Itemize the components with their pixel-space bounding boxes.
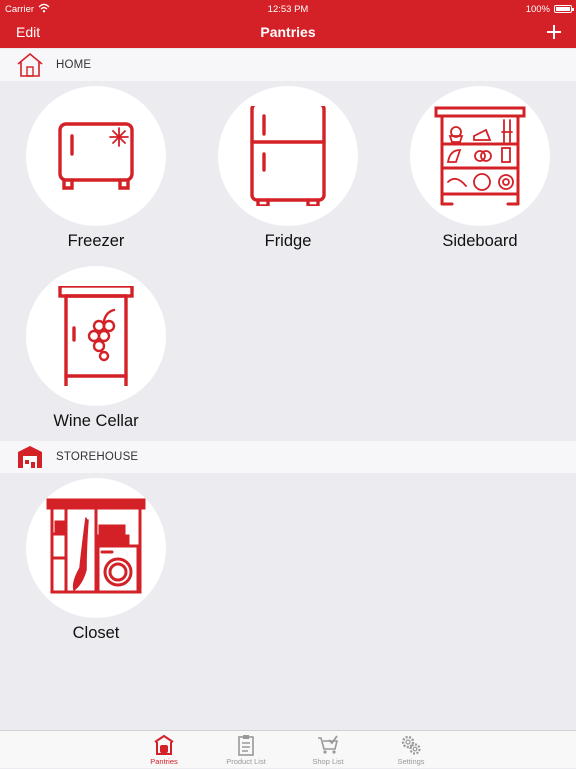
tile-label: Freezer	[67, 232, 125, 250]
clock: 12:53 PM	[267, 4, 309, 15]
tile-label: Wine Cellar	[53, 412, 139, 430]
navigation-bar: Edit Pantries	[0, 18, 576, 48]
section-label: HOME	[56, 59, 92, 71]
tab-label: Product List	[226, 757, 266, 766]
freezer-icon	[58, 122, 134, 190]
section-header-home: HOME	[0, 49, 576, 81]
house-icon	[17, 52, 43, 77]
tab-label: Shop List	[312, 757, 344, 766]
clipboard-icon	[238, 735, 254, 756]
tab-pantries[interactable]: Pantries	[129, 731, 199, 769]
section-header-storehouse: STOREHOUSE	[0, 441, 576, 473]
tab-settings[interactable]: Settings	[376, 731, 446, 769]
tab-label: Pantries	[150, 757, 178, 766]
sideboard-icon	[434, 106, 526, 206]
warehouse-icon	[18, 446, 42, 468]
battery-percentage: 100%	[525, 4, 550, 15]
tile-circle	[410, 86, 550, 226]
add-icon[interactable]	[542, 20, 566, 44]
tile-circle	[26, 478, 166, 618]
section-label: STOREHOUSE	[56, 451, 139, 463]
tab-bar: Pantries Product List Shop List Settings	[0, 730, 576, 768]
fridge-icon	[250, 106, 326, 206]
tab-shop-list[interactable]: Shop List	[293, 731, 363, 769]
wine-cellar-icon	[58, 286, 134, 386]
status-bar: Carrier 12:53 PM 100%	[0, 0, 576, 18]
gears-icon	[401, 735, 421, 755]
tab-product-list[interactable]: Product List	[211, 731, 281, 769]
tile-label: Fridge	[264, 232, 312, 250]
tile-label: Closet	[72, 624, 120, 642]
pantries-icon	[154, 734, 174, 755]
tab-label: Settings	[397, 757, 425, 766]
tile-circle	[26, 86, 166, 226]
tile-circle	[26, 266, 166, 406]
battery-icon	[554, 5, 574, 13]
cart-icon	[318, 735, 339, 754]
tile-label: Sideboard	[442, 232, 518, 250]
page-title: Pantries	[260, 24, 316, 40]
tile-circle	[218, 86, 358, 226]
closet-icon	[46, 498, 146, 594]
